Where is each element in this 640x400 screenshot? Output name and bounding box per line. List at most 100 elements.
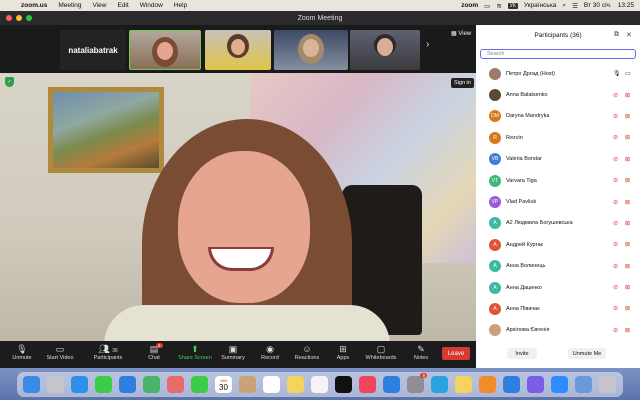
mic-muted-icon: ⊘	[613, 242, 619, 249]
minimize-window-button[interactable]	[16, 15, 22, 21]
dock-music-icon[interactable]	[359, 376, 376, 393]
menubar-date[interactable]: Вт 30 січ.	[584, 2, 612, 9]
participants-label: Participants	[93, 355, 123, 361]
chat-badge: 2	[156, 343, 163, 348]
unmute-me-button[interactable]: Unmute Me	[568, 348, 606, 359]
participant-name: Анна Даценко	[506, 284, 542, 291]
chevron-right-icon[interactable]: ›	[426, 39, 429, 50]
dock-trash-icon[interactable]	[599, 376, 616, 393]
participant-name: Rezvin	[506, 134, 523, 141]
menu-meeting[interactable]: Meeting	[58, 2, 81, 9]
encryption-shield-icon[interactable]: ✓	[5, 77, 14, 87]
participant-tile-name-only[interactable]: nataliabatrak	[60, 30, 126, 70]
start-video-label: Start Video	[46, 355, 74, 361]
menu-app-name[interactable]: zoom.us	[21, 2, 47, 9]
menu-view[interactable]: View	[93, 2, 107, 9]
menu-edit[interactable]: Edit	[117, 2, 128, 9]
unmute-button[interactable]: 🎙︎ Unmute	[2, 343, 42, 361]
menu-window[interactable]: Window	[140, 2, 163, 9]
participant-row[interactable]: A Анна Півачак ⊘ ⊠	[476, 298, 640, 319]
participant-row[interactable]: DM Daryna Mandryka ⊘ ⊠	[476, 106, 640, 127]
dock-calendar-icon[interactable]: JAN 30	[215, 376, 232, 393]
dock-facetime-icon[interactable]	[191, 376, 208, 393]
apps-button[interactable]: ⊞ Apps	[323, 343, 363, 361]
battery-icon[interactable]: ▭	[484, 2, 490, 10]
dock-contacts-icon[interactable]	[239, 376, 256, 393]
speaker-shirt	[104, 305, 390, 341]
participant-row[interactable]: R Rezvin ⊘ ⊠	[476, 127, 640, 148]
window-title-bar: Zoom Meeting	[0, 11, 640, 25]
dock-notes2-icon[interactable]	[455, 376, 472, 393]
apps-icon: ⊞	[339, 344, 347, 354]
summary-button[interactable]: ▣ Summary	[213, 343, 253, 361]
menubar-zoom-status[interactable]: zoom	[461, 2, 478, 9]
notes-button[interactable]: ✎ Notes	[401, 343, 441, 361]
dock-preview-icon[interactable]	[575, 376, 592, 393]
pop-out-icon[interactable]: ⧉	[614, 31, 619, 39]
participants-search-input[interactable]: Search	[480, 49, 636, 59]
reactions-button[interactable]: ☺ Reactions	[287, 343, 327, 361]
dock-photos-icon[interactable]	[167, 376, 184, 393]
dock-launchpad-icon[interactable]	[47, 376, 64, 393]
wifi-icon[interactable]: ≋	[496, 2, 501, 10]
view-button[interactable]: ▦ View	[451, 30, 471, 37]
share-screen-button[interactable]: ⬆ Share Screen	[175, 343, 215, 361]
participant-row[interactable]: A Анна Даценко ⊘ ⊠	[476, 277, 640, 298]
participant-row[interactable]: A Андрей Кургак ⊘ ⊠	[476, 234, 640, 255]
keyboard-layout-icon[interactable]: УК	[507, 2, 518, 9]
participant-row[interactable]: A А2 Людмила Богушевська ⊘ ⊠	[476, 213, 640, 234]
participant-row[interactable]: Архілова Євгенія ⊘ ⊠	[476, 320, 640, 341]
start-video-button[interactable]: ▭ Start Video	[40, 343, 80, 361]
dock-messages-icon[interactable]	[95, 376, 112, 393]
participant-name: Андрей Кургак	[506, 241, 543, 248]
dock-books-icon[interactable]	[479, 376, 496, 393]
dock-freeform-icon[interactable]	[311, 376, 328, 393]
leave-button[interactable]: Leave	[442, 347, 470, 360]
fullscreen-window-button[interactable]	[26, 15, 32, 21]
dock-app-store-icon[interactable]	[383, 376, 400, 393]
dock-safari-icon[interactable]	[71, 376, 88, 393]
participant-tile[interactable]	[350, 30, 420, 70]
mic-muted-icon: ⊘	[613, 306, 619, 313]
participant-row[interactable]: VB Valeria Bondar ⊘ ⊠	[476, 149, 640, 170]
participant-row[interactable]: Anna Balatsenko ⊘ ⊠	[476, 84, 640, 105]
dock-maps-icon[interactable]	[143, 376, 160, 393]
invite-button[interactable]: Invite	[507, 348, 537, 359]
participant-avatar	[489, 324, 501, 337]
sign-in-button[interactable]: Sign in	[451, 78, 474, 88]
dock-reminders-icon[interactable]	[263, 376, 280, 393]
dock-mail-icon[interactable]	[119, 376, 136, 393]
menu-help[interactable]: Help	[174, 2, 187, 9]
participant-row[interactable]: VP Vlad Pavliuk ⊘ ⊠	[476, 191, 640, 212]
dock-bar: JAN 30 9	[17, 372, 623, 397]
chat-button[interactable]: ▤ 2 Chat	[134, 343, 174, 361]
mic-muted-icon: ⊘	[613, 285, 619, 292]
dock-bluetooth-icon[interactable]	[503, 376, 520, 393]
menubar-time[interactable]: 13:25	[618, 2, 634, 9]
dock-finder-icon[interactable]	[23, 376, 40, 393]
search-icon[interactable]: ⌕	[562, 2, 566, 10]
participant-tile[interactable]	[274, 30, 348, 70]
dock-zoom-icon[interactable]	[551, 376, 568, 393]
dock-notes-icon[interactable]	[287, 376, 304, 393]
participant-tile[interactable]	[205, 30, 271, 70]
dock-system-settings-icon[interactable]: 9	[407, 373, 427, 393]
mic-muted-icon: ⊘	[613, 135, 619, 142]
whiteboards-button[interactable]: ▢ Whiteboards	[361, 343, 401, 361]
participants-button[interactable]: 👥︎ 36 Participants	[88, 343, 128, 361]
dock-viber-icon[interactable]	[527, 376, 544, 393]
mic-muted-icon: ⊘	[613, 113, 619, 120]
participant-row[interactable]: Петро Дрозд (Host) 🎙︎ ▭	[476, 63, 640, 84]
wall-painting	[48, 87, 164, 173]
close-icon[interactable]: ✕	[626, 31, 632, 39]
participant-avatar: A	[489, 238, 501, 251]
participant-tile-active-speaker[interactable]	[129, 30, 201, 70]
control-center-icon[interactable]: ☰	[572, 2, 578, 10]
record-button[interactable]: ◉ Record	[250, 343, 290, 361]
dock-telegram-icon[interactable]	[431, 376, 448, 393]
participant-row[interactable]: A Анна Волинець ⊘ ⊠	[476, 256, 640, 277]
participant-row[interactable]: VT Varvara Tiga ⊘ ⊠	[476, 170, 640, 191]
close-window-button[interactable]	[6, 15, 12, 21]
input-language[interactable]: Українська	[524, 2, 557, 9]
dock-tv-icon[interactable]	[335, 376, 352, 393]
